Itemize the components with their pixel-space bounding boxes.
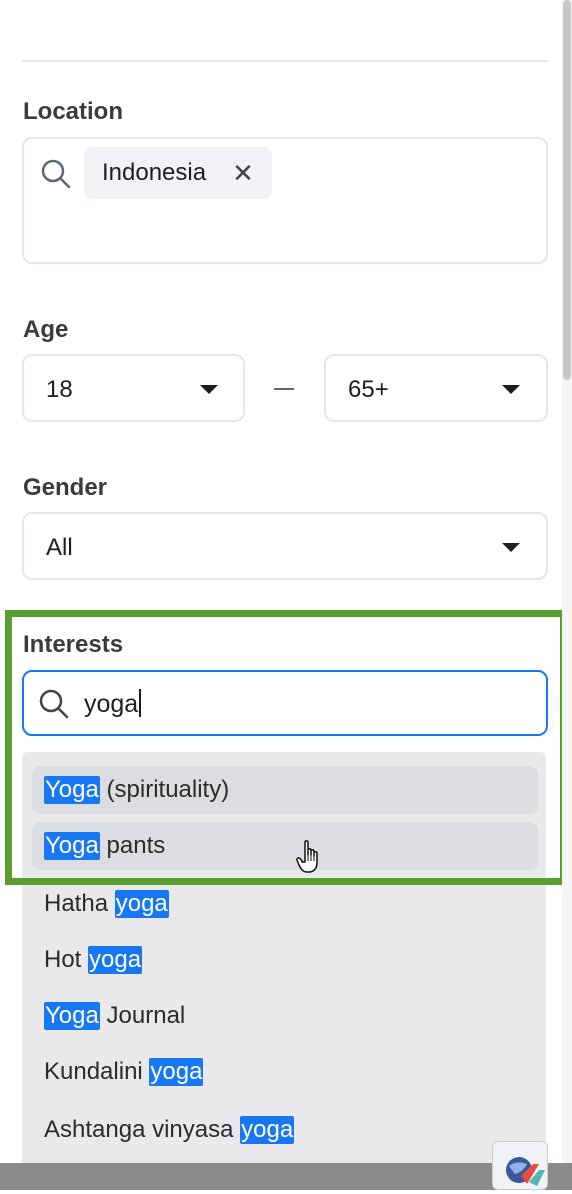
globe-button[interactable] [492, 1141, 548, 1190]
location-input[interactable]: Indonesia ✕ [22, 137, 548, 264]
gender-label: Gender [23, 474, 108, 501]
suggestion-item[interactable]: Yoga Journal [44, 992, 185, 1040]
scrollbar-thumb[interactable] [563, 0, 571, 380]
interests-suggestions: Yoga (spirituality) Yoga pants Hatha yog… [22, 752, 546, 1164]
age-min-select[interactable]: 18 [22, 354, 245, 422]
bottom-bar [0, 1163, 572, 1190]
caret-down-icon [200, 385, 218, 394]
suggestion-item[interactable]: Hatha yoga [44, 880, 169, 928]
age-min-value: 18 [46, 376, 73, 403]
suggestion-match: Yoga [44, 776, 100, 804]
suggestion-text: Hot [44, 946, 89, 973]
scrollbar[interactable] [562, 0, 572, 1190]
age-separator [274, 388, 294, 390]
section-divider [22, 60, 548, 62]
suggestion-text: pants [99, 832, 166, 859]
suggestion-match: Yoga [44, 1002, 100, 1030]
interests-query-text: yoga [84, 690, 139, 718]
search-icon [41, 159, 71, 189]
location-label: Location [23, 98, 123, 125]
location-chip-label: Indonesia [102, 159, 207, 186]
interests-search-input[interactable]: yoga [22, 670, 548, 736]
interests-label: Interests [23, 631, 124, 658]
suggestion-text: Journal [99, 1002, 186, 1029]
text-cursor [139, 689, 142, 717]
search-icon [39, 689, 69, 719]
age-max-select[interactable]: 65+ [324, 354, 548, 422]
suggestion-item[interactable]: Ashtanga vinyasa yoga [44, 1106, 295, 1154]
interests-query: yoga [84, 689, 142, 719]
caret-down-icon [502, 385, 520, 394]
hand-pointer-icon [296, 840, 318, 873]
suggestion-match: Yoga [44, 832, 100, 860]
gender-value: All [46, 534, 73, 561]
age-max-value: 65+ [348, 376, 389, 403]
suggestion-item[interactable]: Hot yoga [44, 936, 143, 984]
age-label: Age [23, 316, 69, 343]
suggestion-text: Hatha [44, 890, 115, 917]
suggestion-match: yoga [149, 1058, 204, 1086]
suggestion-item[interactable]: Kundalini yoga [44, 1048, 204, 1096]
suggestion-item[interactable]: Yoga pants [32, 822, 538, 870]
globe-icon [506, 1157, 545, 1186]
suggestion-item[interactable]: Yoga (spirituality) [32, 766, 538, 814]
gender-select[interactable]: All [22, 512, 548, 580]
suggestion-match: yoga [88, 946, 143, 974]
caret-down-icon [502, 543, 520, 552]
suggestion-text: Kundalini [44, 1058, 150, 1085]
suggestion-match: yoga [240, 1116, 295, 1144]
suggestion-text: Ashtanga vinyasa [44, 1116, 241, 1143]
close-icon[interactable]: ✕ [232, 158, 254, 189]
suggestion-match: yoga [114, 890, 169, 918]
location-chip: Indonesia ✕ [84, 147, 272, 199]
suggestion-text: (spirituality) [99, 776, 230, 803]
